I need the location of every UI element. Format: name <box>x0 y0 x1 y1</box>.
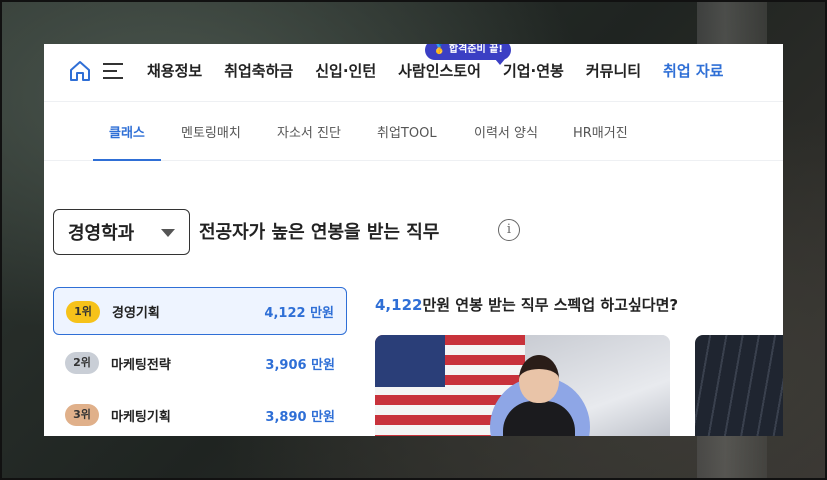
caret-down-icon <box>161 229 175 237</box>
active-tab-indicator <box>93 159 161 161</box>
sub-navigation: 클래스 멘토링매치 자소서 진단 취업TOOL 이력서 양식 HR매거진 <box>44 102 783 161</box>
rank-salary: 4,122 만원 <box>264 305 334 321</box>
ranking-item-1[interactable]: 1위 경영기획 4,122 만원 <box>53 287 347 335</box>
salary-highlight: 4,122 <box>375 296 423 314</box>
top-navigation: 채용정보 취업축하금 신입·인턴 사람인스토어 기업·연봉 커뮤니티 취업 자료… <box>44 44 783 102</box>
info-icon[interactable]: i <box>498 219 520 241</box>
ranking-item-3[interactable]: 3위 마케팅기획 3,890 만원 <box>53 391 347 436</box>
ranking-item-2[interactable]: 2위 마케팅전략 3,906 만원 <box>53 339 347 387</box>
web-page-screen: 채용정보 취업축하금 신입·인턴 사람인스토어 기업·연봉 커뮤니티 취업 자료… <box>44 44 783 436</box>
rank-salary: 3,906 만원 <box>265 357 335 373</box>
nav-item-bonus[interactable]: 취업축하금 <box>224 60 293 82</box>
nav-item-community[interactable]: 커뮤니티 <box>586 60 641 82</box>
rank-badge: 2위 <box>65 352 99 374</box>
tab-class[interactable]: 클래스 <box>109 122 145 141</box>
nav-item-job-resources[interactable]: 취업 자료 <box>663 60 723 82</box>
main-nav-menu: 채용정보 취업축하금 신입·인턴 사람인스토어 기업·연봉 커뮤니티 취업 자료 <box>147 60 745 82</box>
department-dropdown[interactable]: 경영학과 <box>53 209 190 255</box>
tab-mentoring-match[interactable]: 멘토링매치 <box>181 122 241 141</box>
tab-resume-forms[interactable]: 이력서 양식 <box>474 122 538 141</box>
section-headline: 전공자가 높은 연봉을 받는 직무 <box>199 222 440 243</box>
rank-job-name: 마케팅기획 <box>111 409 171 425</box>
rank-job-name: 마케팅전략 <box>111 357 171 373</box>
tab-hr-magazine[interactable]: HR매거진 <box>573 122 628 141</box>
hamburger-menu-icon[interactable] <box>103 62 125 80</box>
home-icon[interactable] <box>68 59 92 83</box>
nav-item-jobs[interactable]: 채용정보 <box>147 60 202 82</box>
rank-job-name: 경영기획 <box>112 305 160 321</box>
rank-badge: 3위 <box>65 404 99 426</box>
rank-salary: 3,890 만원 <box>265 409 335 425</box>
rank-badge: 1위 <box>66 301 100 323</box>
nav-item-store[interactable]: 사람인스토어 <box>398 60 481 82</box>
recommendation-title-text: 만원 연봉 받는 직무 스펙업 하고싶다면? <box>422 296 679 314</box>
department-selected-label: 경영학과 <box>68 223 135 244</box>
promo-badge[interactable]: 🥇 합격준비 끝! <box>425 44 511 65</box>
class-card-2[interactable] <box>695 335 783 436</box>
recommendation-title: 4,122만원 연봉 받는 직무 스펙업 하고싶다면? <box>375 294 678 315</box>
instructor-photo <box>519 355 559 403</box>
tab-cover-letter-check[interactable]: 자소서 진단 <box>277 122 341 141</box>
flag-canton <box>375 335 445 387</box>
card-thumbnail <box>695 335 783 436</box>
tab-job-tool[interactable]: 취업TOOL <box>377 122 437 141</box>
nav-item-company-salary[interactable]: 기업·연봉 <box>503 60 564 82</box>
class-card-1[interactable] <box>375 335 670 436</box>
nav-item-intern[interactable]: 신입·인턴 <box>315 60 376 82</box>
